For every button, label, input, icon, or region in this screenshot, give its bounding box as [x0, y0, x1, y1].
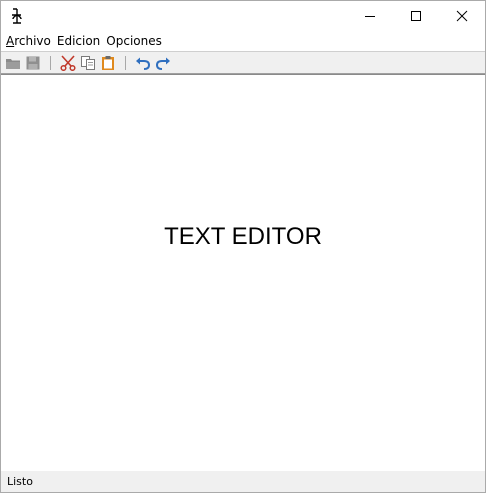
paste-clipboard-icon [102, 55, 114, 70]
menu-archivo-label: rchivo [14, 34, 51, 48]
close-icon [456, 10, 468, 22]
copy-button[interactable] [79, 54, 97, 72]
curly-glyph-icon[interactable] [9, 7, 25, 25]
title-bar[interactable] [1, 1, 485, 31]
paste-button[interactable] [99, 54, 117, 72]
toolbar-separator [125, 55, 126, 70]
window-controls [347, 1, 485, 31]
status-bar: Listo [1, 471, 485, 492]
open-folder-icon [6, 58, 20, 69]
menu-opciones-label: Opciones [106, 34, 162, 48]
maximize-button[interactable] [393, 1, 439, 31]
minimize-button[interactable] [347, 1, 393, 31]
menu-opciones[interactable]: Opciones [105, 31, 166, 51]
save-disk-icon [26, 56, 40, 69]
menu-archivo-accel: A [6, 34, 15, 48]
menu-bar: Archivo Edicion Opciones [1, 31, 485, 51]
copy-icon [81, 55, 95, 70]
redo-icon [155, 57, 170, 70]
toolbar-separator [50, 55, 51, 70]
redo-button[interactable] [154, 54, 172, 72]
cut-button[interactable] [59, 54, 77, 72]
editor-content[interactable]: TEXT EDITOR [1, 223, 485, 251]
app-window: Archivo Edicion Opciones TEXT EDITOR Lis… [0, 0, 486, 493]
open-button[interactable] [4, 54, 22, 72]
menu-edicion-label: Edicion [56, 34, 101, 48]
cut-scissors-icon [60, 54, 76, 71]
close-button[interactable] [439, 1, 485, 31]
editor-area[interactable]: TEXT EDITOR [1, 74, 485, 471]
toolbar [1, 51, 485, 74]
save-button[interactable] [24, 54, 42, 72]
menu-edicion[interactable]: Edicion [56, 31, 104, 51]
status-text: Listo [7, 475, 33, 488]
undo-icon [136, 57, 151, 70]
maximize-icon [411, 11, 421, 21]
menu-archivo[interactable]: Archivo [5, 31, 55, 51]
minimize-icon [365, 16, 375, 17]
undo-button[interactable] [134, 54, 152, 72]
